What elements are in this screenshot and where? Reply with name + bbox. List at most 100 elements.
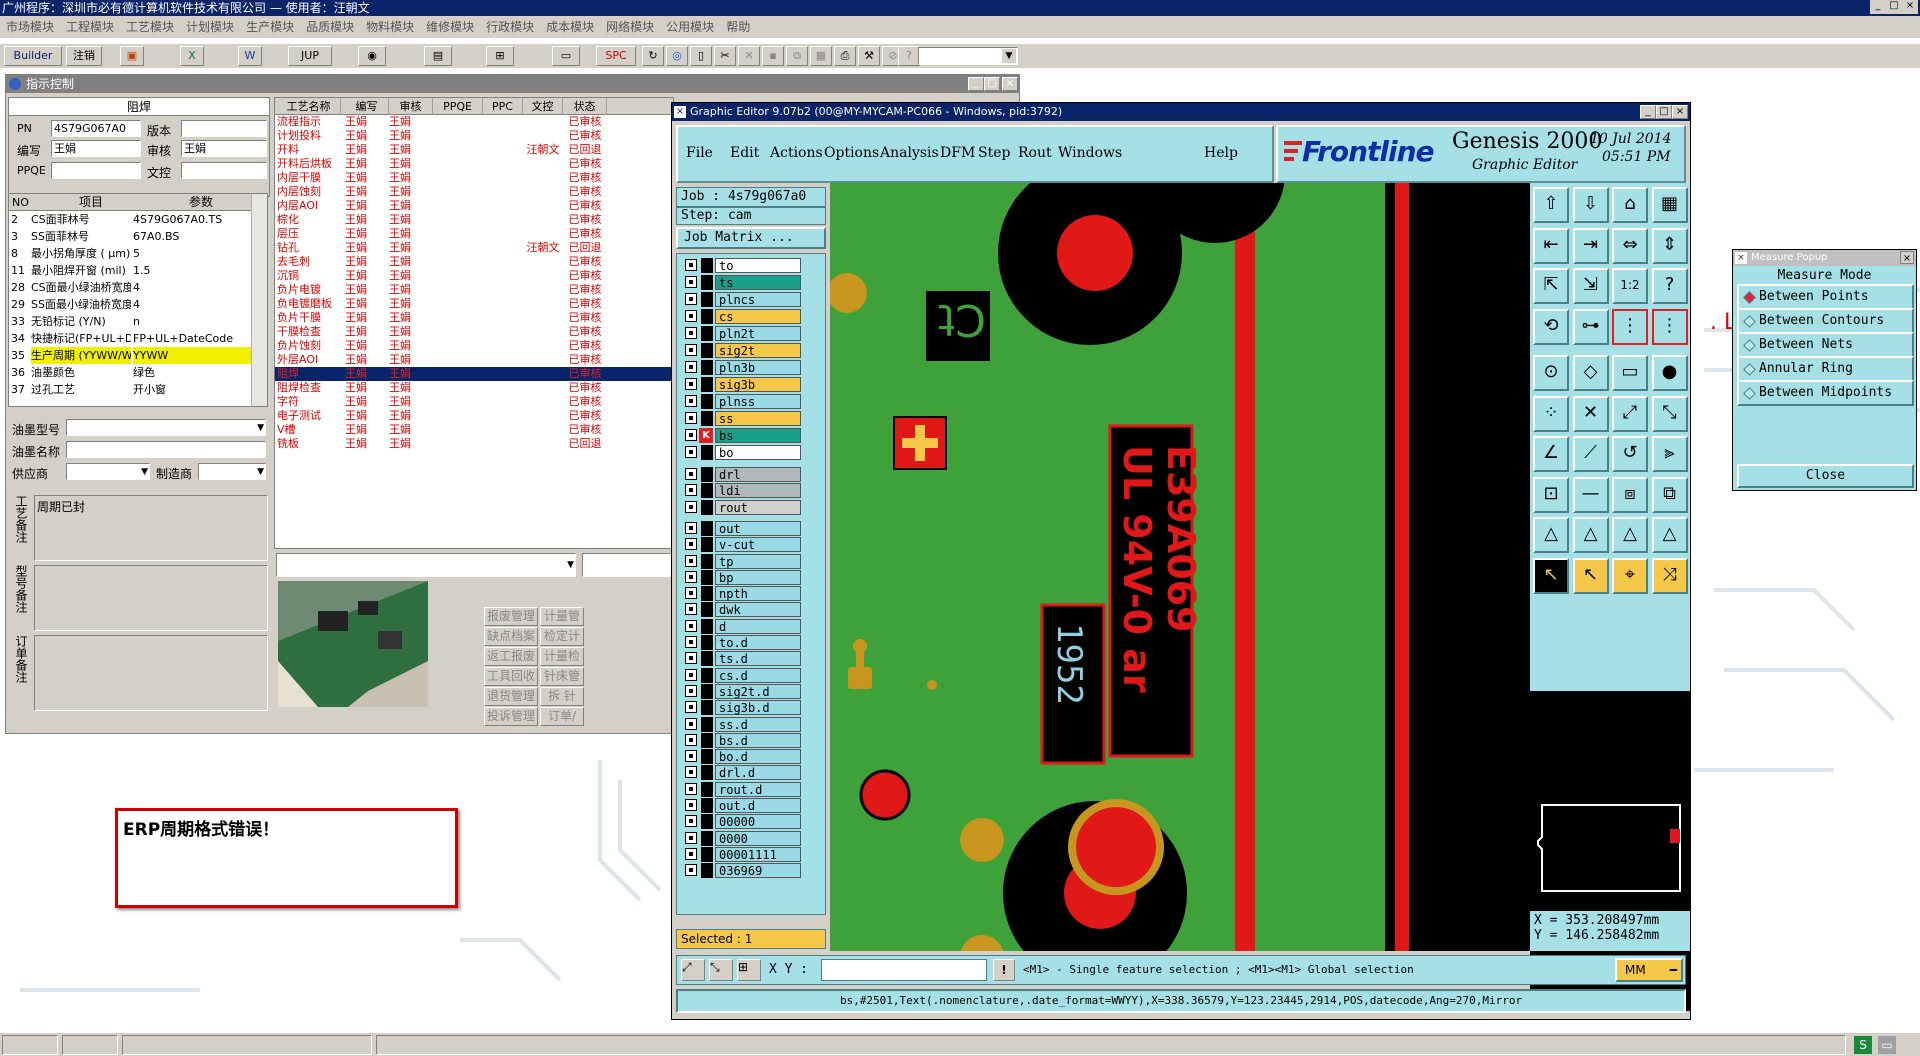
- doc-control-field[interactable]: [181, 162, 267, 179]
- process-row[interactable]: 内层AOI 王娟 王娟 已审核: [275, 199, 673, 213]
- skype-icon[interactable]: S: [1854, 1036, 1872, 1054]
- network-icon[interactable]: ⊞: [486, 46, 514, 66]
- tools-icon[interactable]: ⚒: [858, 46, 880, 66]
- zoom-in-icon[interactable]: ⇱: [1533, 268, 1569, 304]
- layer-checkbox[interactable]: [685, 684, 697, 697]
- toolbar-combo[interactable]: ▼: [918, 47, 1018, 65]
- layer-row[interactable]: ts: [685, 275, 801, 290]
- save-icon[interactable]: ▪: [762, 46, 784, 66]
- layer-checkbox[interactable]: [685, 344, 697, 356]
- frame-icon[interactable]: ⊡: [1533, 476, 1569, 513]
- params-row[interactable]: 33 无铅标记 (Y/N) n: [9, 313, 267, 330]
- process-remark-field[interactable]: 周期已封: [34, 495, 268, 561]
- globe-icon[interactable]: ◎: [666, 46, 688, 66]
- layer-checkbox[interactable]: [685, 701, 697, 714]
- angle-icon[interactable]: ∠: [1533, 436, 1569, 472]
- process-row[interactable]: V槽 王娟 王娟 已审核: [275, 423, 673, 437]
- ppqe-field[interactable]: [51, 162, 141, 179]
- layer-row[interactable]: to.d: [685, 635, 801, 650]
- side-button[interactable]: 投诉管理: [484, 707, 538, 726]
- app-menu-item[interactable]: 公用模块: [666, 20, 714, 34]
- side-button[interactable]: 检定计: [540, 627, 584, 646]
- layer-checkbox[interactable]: [685, 864, 697, 877]
- keyboard-icon[interactable]: ▭: [1878, 1036, 1896, 1054]
- layer-checkbox[interactable]: [685, 484, 697, 497]
- layer-row[interactable]: sig2t.d: [685, 683, 801, 699]
- undo-icon[interactable]: ⟲: [1533, 308, 1569, 345]
- zoom-area-icon[interactable]: ⤢: [681, 959, 705, 981]
- layer-checkbox[interactable]: [685, 733, 697, 746]
- process-row[interactable]: 阻焊 王娟 王娟 已审核: [275, 367, 673, 381]
- layer-row[interactable]: pln3b: [685, 360, 801, 375]
- supplier-select[interactable]: ▼: [66, 463, 150, 480]
- layer-row[interactable]: Kbs: [685, 428, 801, 443]
- book-icon[interactable]: ▤: [424, 46, 452, 66]
- layer-row[interactable]: to: [685, 258, 801, 273]
- genesis-menu-windows[interactable]: Windows: [1058, 145, 1122, 161]
- close-button[interactable]: ×: [1902, 0, 1918, 14]
- layer-row[interactable]: ss.d: [685, 716, 801, 732]
- graphic-canvas[interactable]: Ct E39A069 UL 94V-0 ar 1952: [830, 183, 1530, 951]
- snap-icon[interactable]: ⊶: [1572, 308, 1609, 345]
- genesis-menu-edit[interactable]: Edit: [730, 145, 759, 161]
- genesis-menu-actions[interactable]: Actions: [770, 145, 823, 161]
- app-menu-item[interactable]: 生产模块: [246, 20, 294, 34]
- pan-right-icon[interactable]: ⇥: [1572, 227, 1609, 264]
- app-menu-item[interactable]: 帮助: [726, 20, 750, 34]
- process-row[interactable]: 负片干膜 王娟 王娟 已审核: [275, 311, 673, 325]
- pan-down-icon[interactable]: ⇩: [1572, 187, 1609, 223]
- layer-checkbox[interactable]: [685, 603, 697, 616]
- slash-icon[interactable]: ⟋: [1572, 436, 1609, 472]
- layer-checkbox[interactable]: [685, 276, 697, 288]
- zoom-fit-icon[interactable]: ⤡: [709, 959, 733, 981]
- side-button[interactable]: 针床管: [540, 667, 584, 686]
- pn-field[interactable]: 4S79G067A0: [51, 120, 141, 137]
- layer-checkbox[interactable]: [685, 554, 697, 567]
- layer-checkbox[interactable]: [685, 717, 697, 730]
- logout-button[interactable]: 注销: [66, 46, 102, 66]
- layer-checkbox[interactable]: [685, 395, 697, 407]
- version-field[interactable]: [181, 120, 267, 137]
- pointer-icon[interactable]: ↖: [1533, 557, 1569, 594]
- delete-icon[interactable]: ✕: [738, 46, 760, 66]
- process-row[interactable]: 计划投料 王娟 王娟 已审核: [275, 129, 673, 143]
- params-row[interactable]: 36 油墨颜色 绿色: [9, 364, 267, 381]
- measure-option[interactable]: Between Contours: [1737, 308, 1914, 334]
- reviewer-field[interactable]: 王娟: [181, 140, 267, 157]
- layer-row[interactable]: drl.d: [685, 765, 801, 781]
- app-menu-item[interactable]: 市场模块: [6, 20, 54, 34]
- layer-row[interactable]: bo: [685, 445, 801, 460]
- genesis-menu-options[interactable]: Options: [824, 145, 879, 161]
- box-icon[interactable]: ⧈: [1612, 476, 1648, 513]
- xy-input[interactable]: [821, 959, 987, 981]
- layer-a-icon[interactable]: ⋮: [1612, 308, 1648, 345]
- params-row[interactable]: 35 生产周期 (YYWW/WWYY)YYWW: [9, 347, 267, 364]
- genesis-maximize-button[interactable]: □: [1656, 105, 1672, 119]
- layer-checkbox[interactable]: [685, 500, 697, 513]
- line-icon[interactable]: ⤢: [1612, 395, 1648, 432]
- layer-row[interactable]: bo.d: [685, 749, 801, 765]
- app-menu-item[interactable]: 行政模块: [486, 20, 534, 34]
- app-menu-item[interactable]: 工程模块: [66, 20, 114, 34]
- genesis-close-button[interactable]: ×: [1672, 105, 1688, 119]
- layer-row[interactable]: 0000: [685, 830, 801, 846]
- params-row[interactable]: 8 最小拐角厚度 ( μm) 5: [9, 245, 267, 262]
- layer-row[interactable]: rout: [685, 499, 801, 515]
- layer-row[interactable]: cs: [685, 309, 801, 324]
- side-button[interactable]: 计量管: [540, 607, 584, 626]
- chevron-down-icon[interactable]: ▼: [1002, 49, 1016, 63]
- cross-icon[interactable]: ✕: [1572, 395, 1609, 432]
- process-filter-select[interactable]: ▼: [276, 553, 576, 577]
- copy-icon[interactable]: ⧉: [786, 46, 808, 66]
- process-row[interactable]: 字符 王娟 王娟 已审核: [275, 395, 673, 409]
- process-row[interactable]: 电子测试 王娟 王娟 已审核: [275, 409, 673, 423]
- cut-icon[interactable]: ✂: [714, 46, 736, 66]
- child-minimize-button[interactable]: _: [968, 77, 984, 91]
- layer-checkbox[interactable]: [685, 619, 697, 632]
- layer-row[interactable]: cs.d: [685, 667, 801, 683]
- side-button[interactable]: 计量检: [540, 647, 584, 666]
- target-icon[interactable]: ⌖: [1612, 557, 1648, 594]
- secondary-filter-field[interactable]: [582, 553, 674, 577]
- layer-row[interactable]: bp: [685, 569, 801, 585]
- side-button[interactable]: 工具回收: [484, 667, 538, 686]
